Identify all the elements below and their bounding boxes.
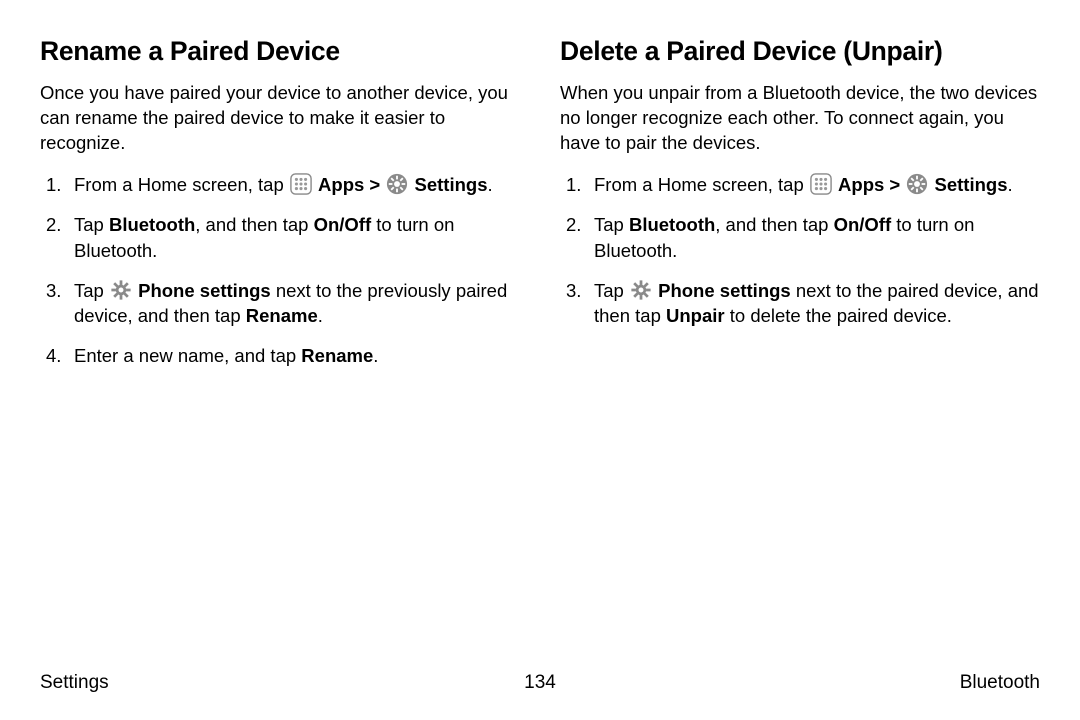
settings-label: Settings	[935, 174, 1008, 195]
column-delete: Delete a Paired Device (Unpair) When you…	[560, 36, 1040, 383]
steps-delete: From a Home screen, tap Apps > Settings.…	[560, 172, 1040, 329]
phone-settings-label: Phone settings	[658, 280, 791, 301]
gear-icon	[630, 279, 652, 301]
heading-delete: Delete a Paired Device (Unpair)	[560, 36, 1040, 67]
settings-icon	[386, 173, 408, 195]
apps-label: Apps	[318, 174, 364, 195]
step-3: Tap Phone settings next to the previousl…	[40, 278, 520, 330]
page-footer: Settings 134 Bluetooth	[40, 672, 1040, 694]
heading-rename: Rename a Paired Device	[40, 36, 520, 67]
apps-icon	[810, 173, 832, 195]
step-2: Tap Bluetooth, and then tap On/Off to tu…	[560, 212, 1040, 264]
footer-topic: Bluetooth	[960, 672, 1040, 694]
step-3: Tap Phone settings next to the paired de…	[560, 278, 1040, 330]
apps-label: Apps	[838, 174, 884, 195]
apps-icon	[290, 173, 312, 195]
steps-rename: From a Home screen, tap Apps > Settings.…	[40, 172, 520, 369]
settings-label: Settings	[415, 174, 488, 195]
gear-icon	[110, 279, 132, 301]
phone-settings-label: Phone settings	[138, 280, 271, 301]
intro-rename: Once you have paired your device to anot…	[40, 81, 520, 156]
footer-section: Settings	[40, 672, 109, 694]
column-rename: Rename a Paired Device Once you have pai…	[40, 36, 520, 383]
intro-delete: When you unpair from a Bluetooth device,…	[560, 81, 1040, 156]
page-number: 134	[524, 672, 556, 694]
step-1: From a Home screen, tap Apps > Settings.	[560, 172, 1040, 198]
step-2: Tap Bluetooth, and then tap On/Off to tu…	[40, 212, 520, 264]
content-columns: Rename a Paired Device Once you have pai…	[40, 36, 1040, 383]
step-1: From a Home screen, tap Apps > Settings.	[40, 172, 520, 198]
settings-icon	[906, 173, 928, 195]
step-4: Enter a new name, and tap Rename.	[40, 343, 520, 369]
